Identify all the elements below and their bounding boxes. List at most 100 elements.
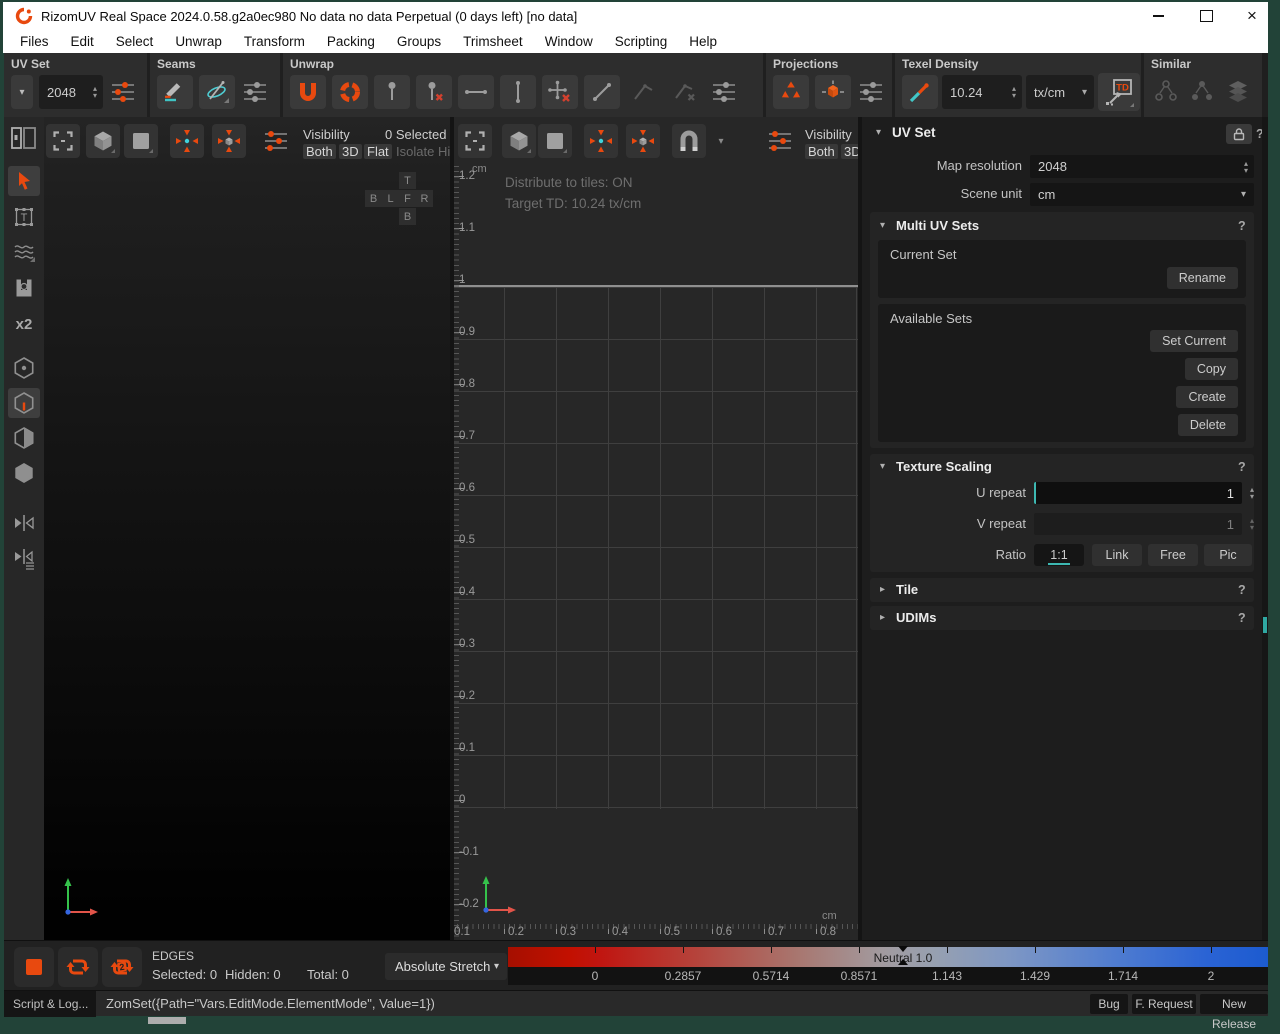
stretch-mode-dropdown[interactable]: Absolute Stretch ▾ bbox=[385, 953, 507, 980]
stack-similar-filled-icon[interactable] bbox=[1187, 78, 1217, 106]
spinner[interactable]: ▴▾ bbox=[1244, 513, 1260, 535]
texture-scaling-title[interactable]: Texture Scaling bbox=[896, 459, 992, 474]
collapse-chevron-icon[interactable]: ▾ bbox=[876, 127, 881, 138]
viewcube-left[interactable]: L bbox=[382, 190, 399, 207]
stack-similar-outline-icon[interactable] bbox=[1151, 78, 1181, 106]
island-mode-button[interactable] bbox=[8, 458, 40, 488]
unwrap-button[interactable] bbox=[290, 75, 326, 109]
viewcube-right[interactable]: R bbox=[416, 190, 433, 207]
viewport-3d[interactable]: Visibility Both 3D Flat 0 Selected Isola… bbox=[44, 117, 450, 940]
transform-gizmo-button[interactable]: T bbox=[8, 202, 40, 232]
maximize-button[interactable] bbox=[1193, 2, 1219, 30]
constrain-vertical-button[interactable] bbox=[500, 75, 536, 109]
angle-constraint-button-disabled[interactable] bbox=[626, 75, 662, 109]
menu-edit[interactable]: Edit bbox=[60, 30, 105, 53]
symmetry-button[interactable] bbox=[8, 508, 40, 538]
script-log-tab[interactable]: Script & Log... bbox=[4, 991, 96, 1017]
polygon-mode-button[interactable] bbox=[8, 423, 40, 453]
panel-scrollbar[interactable] bbox=[1262, 117, 1268, 940]
snap-options-dropdown[interactable]: ▾ bbox=[710, 124, 732, 158]
viewcube-bottom[interactable]: B bbox=[399, 208, 416, 225]
focus-object-button[interactable] bbox=[212, 124, 246, 158]
viewcube-top[interactable]: T bbox=[399, 172, 416, 189]
planar-projection-button[interactable] bbox=[773, 75, 809, 109]
viewcube-back[interactable]: B bbox=[365, 190, 382, 207]
menu-packing[interactable]: Packing bbox=[316, 30, 386, 53]
uv-visibility-3d-toggle[interactable]: 3D bbox=[841, 144, 858, 159]
uv-focus-object-button[interactable] bbox=[626, 124, 660, 158]
set-current-button[interactable]: Set Current bbox=[1150, 330, 1238, 352]
projections-options-sliders-icon[interactable] bbox=[857, 79, 885, 105]
uv-frame-all-button[interactable] bbox=[458, 124, 492, 158]
spinner[interactable]: ▴▾ bbox=[1244, 482, 1260, 504]
menu-trimsheet[interactable]: Trimsheet bbox=[452, 30, 534, 53]
weld-clamp-tool-button[interactable] bbox=[8, 273, 40, 303]
lock-panel-button[interactable] bbox=[1226, 124, 1252, 144]
viewcube-front[interactable]: F bbox=[399, 190, 416, 207]
visibility-both-toggle[interactable]: Both bbox=[303, 144, 336, 159]
tile-section-header[interactable]: ▸ Tile ? bbox=[870, 578, 1254, 602]
snap-magnet-button[interactable] bbox=[672, 124, 706, 158]
u-repeat-input[interactable]: 1 bbox=[1034, 482, 1242, 504]
menu-help[interactable]: Help bbox=[678, 30, 728, 53]
multi-uv-sets-title[interactable]: Multi UV Sets bbox=[896, 218, 979, 233]
ratio-link-button[interactable]: Link bbox=[1092, 544, 1142, 566]
neutral-marker-top-icon[interactable] bbox=[898, 946, 908, 952]
neutral-marker-bottom-icon[interactable] bbox=[898, 959, 908, 965]
uv-set-dropdown-button[interactable]: ▾ bbox=[11, 75, 33, 109]
seams-brush-button[interactable] bbox=[199, 75, 235, 109]
collapse-chevron-icon[interactable]: ▾ bbox=[880, 220, 885, 231]
viewport-uv[interactable]: ▾ Visibility Both 3D Flat Distribute to … bbox=[454, 117, 858, 940]
spinner[interactable]: ▴▾ bbox=[1006, 85, 1022, 99]
menu-transform[interactable]: Transform bbox=[233, 30, 316, 53]
help-icon[interactable]: ? bbox=[1238, 460, 1246, 474]
help-icon[interactable]: ? bbox=[1238, 611, 1246, 625]
menu-window[interactable]: Window bbox=[534, 30, 604, 53]
delete-button[interactable]: Delete bbox=[1178, 414, 1238, 436]
double-resolution-button[interactable]: x2 bbox=[8, 309, 40, 339]
uv-set-section-title[interactable]: UV Set bbox=[892, 125, 936, 140]
viewport-options-sliders-icon[interactable] bbox=[262, 128, 290, 154]
seams-options-sliders-icon[interactable] bbox=[241, 79, 269, 105]
double-loop-select-button[interactable]: 2 bbox=[102, 947, 142, 987]
fill-select-mode-button[interactable] bbox=[14, 947, 54, 987]
visibility-flat-toggle[interactable]: Flat bbox=[364, 144, 392, 159]
constrain-horizontal-button[interactable] bbox=[458, 75, 494, 109]
shading-mode-button[interactable] bbox=[86, 124, 120, 158]
seams-cut-knife-button[interactable] bbox=[157, 75, 193, 109]
texel-density-picker-button[interactable] bbox=[902, 75, 938, 109]
uv-set-resolution-field[interactable]: 2048 ▴▾ bbox=[39, 75, 103, 109]
new-release-button[interactable]: New Release bbox=[1200, 994, 1268, 1014]
minimize-button[interactable] bbox=[1145, 2, 1171, 30]
scene-unit-dropdown[interactable]: cm ▾ bbox=[1030, 183, 1254, 206]
ratio-1-1-button[interactable]: 1:1 bbox=[1034, 544, 1084, 566]
menu-groups[interactable]: Groups bbox=[386, 30, 452, 53]
map-resolution-field[interactable]: 2048 ▴▾ bbox=[1030, 155, 1254, 178]
layout-panels-button[interactable] bbox=[7, 122, 41, 156]
ratio-free-button[interactable]: Free bbox=[1148, 544, 1198, 566]
scrollbar-thumb[interactable] bbox=[1263, 617, 1267, 633]
menu-select[interactable]: Select bbox=[105, 30, 165, 53]
box-projection-button[interactable] bbox=[815, 75, 851, 109]
texel-density-field[interactable]: 10.24 ▴▾ bbox=[942, 75, 1022, 109]
remove-constraints-button[interactable] bbox=[542, 75, 578, 109]
layers-stack-icon[interactable] bbox=[1223, 78, 1253, 106]
unwrap-options-sliders-icon[interactable] bbox=[710, 79, 738, 105]
isolate-toggle[interactable]: Isolate bbox=[396, 144, 434, 159]
uv-flat-display-button[interactable] bbox=[538, 124, 572, 158]
optimize-button[interactable] bbox=[332, 75, 368, 109]
uv-visibility-both-toggle[interactable]: Both bbox=[805, 144, 838, 159]
close-button[interactable]: × bbox=[1239, 2, 1265, 30]
flat-display-button[interactable] bbox=[124, 124, 158, 158]
hide-toggle[interactable]: Hid bbox=[438, 144, 450, 159]
menu-scripting[interactable]: Scripting bbox=[604, 30, 679, 53]
texel-density-unit-dropdown[interactable]: tx/cm ▾ bbox=[1026, 75, 1094, 109]
uv-focus-selection-button[interactable] bbox=[584, 124, 618, 158]
create-button[interactable]: Create bbox=[1176, 386, 1238, 408]
vertex-mode-button[interactable] bbox=[8, 353, 40, 383]
edge-mode-button[interactable] bbox=[8, 388, 40, 418]
ratio-pic-button[interactable]: Pic bbox=[1204, 544, 1252, 566]
feature-request-button[interactable]: F. Request bbox=[1132, 994, 1196, 1014]
help-icon[interactable]: ? bbox=[1238, 219, 1246, 233]
brush-deform-tool-button[interactable] bbox=[8, 237, 40, 267]
